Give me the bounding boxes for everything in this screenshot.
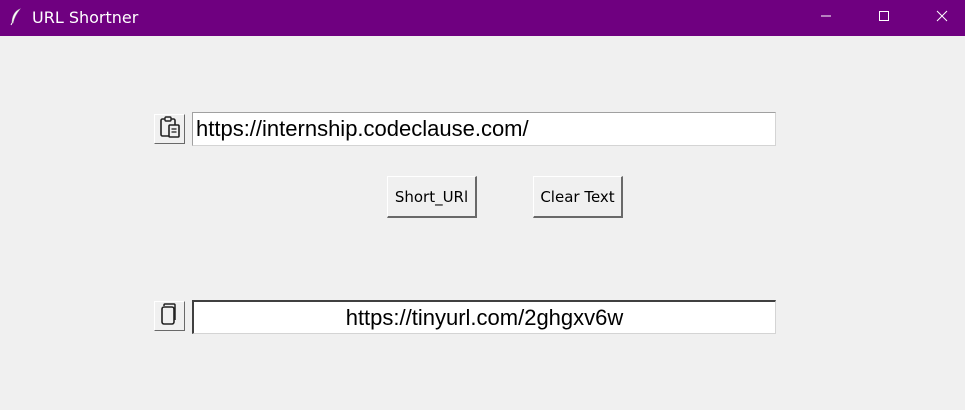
close-button[interactable] bbox=[913, 0, 965, 36]
url-input[interactable] bbox=[192, 112, 776, 146]
minimize-button[interactable] bbox=[797, 0, 855, 36]
feather-icon bbox=[9, 8, 23, 26]
maximize-button[interactable] bbox=[855, 0, 913, 36]
title-bar[interactable]: URL Shortner bbox=[0, 0, 965, 36]
app-window: URL Shortner https://internship.codeclau… bbox=[0, 0, 965, 410]
copy-button[interactable] bbox=[154, 301, 185, 331]
minimize-icon bbox=[820, 9, 832, 27]
clear-text-button[interactable]: Clear Text bbox=[533, 176, 623, 218]
close-icon bbox=[936, 9, 948, 27]
shortened-url-output[interactable] bbox=[192, 300, 776, 334]
window-title: URL Shortner bbox=[32, 8, 139, 27]
short-url-button-label: Short_URl bbox=[394, 187, 469, 206]
copy-icon bbox=[158, 302, 182, 331]
paste-button[interactable] bbox=[154, 114, 185, 144]
clipboard-paste-icon bbox=[158, 115, 182, 144]
clear-text-button-label: Clear Text bbox=[540, 187, 615, 206]
short-url-button[interactable]: Short_URl bbox=[387, 176, 477, 218]
maximize-icon bbox=[878, 9, 890, 27]
